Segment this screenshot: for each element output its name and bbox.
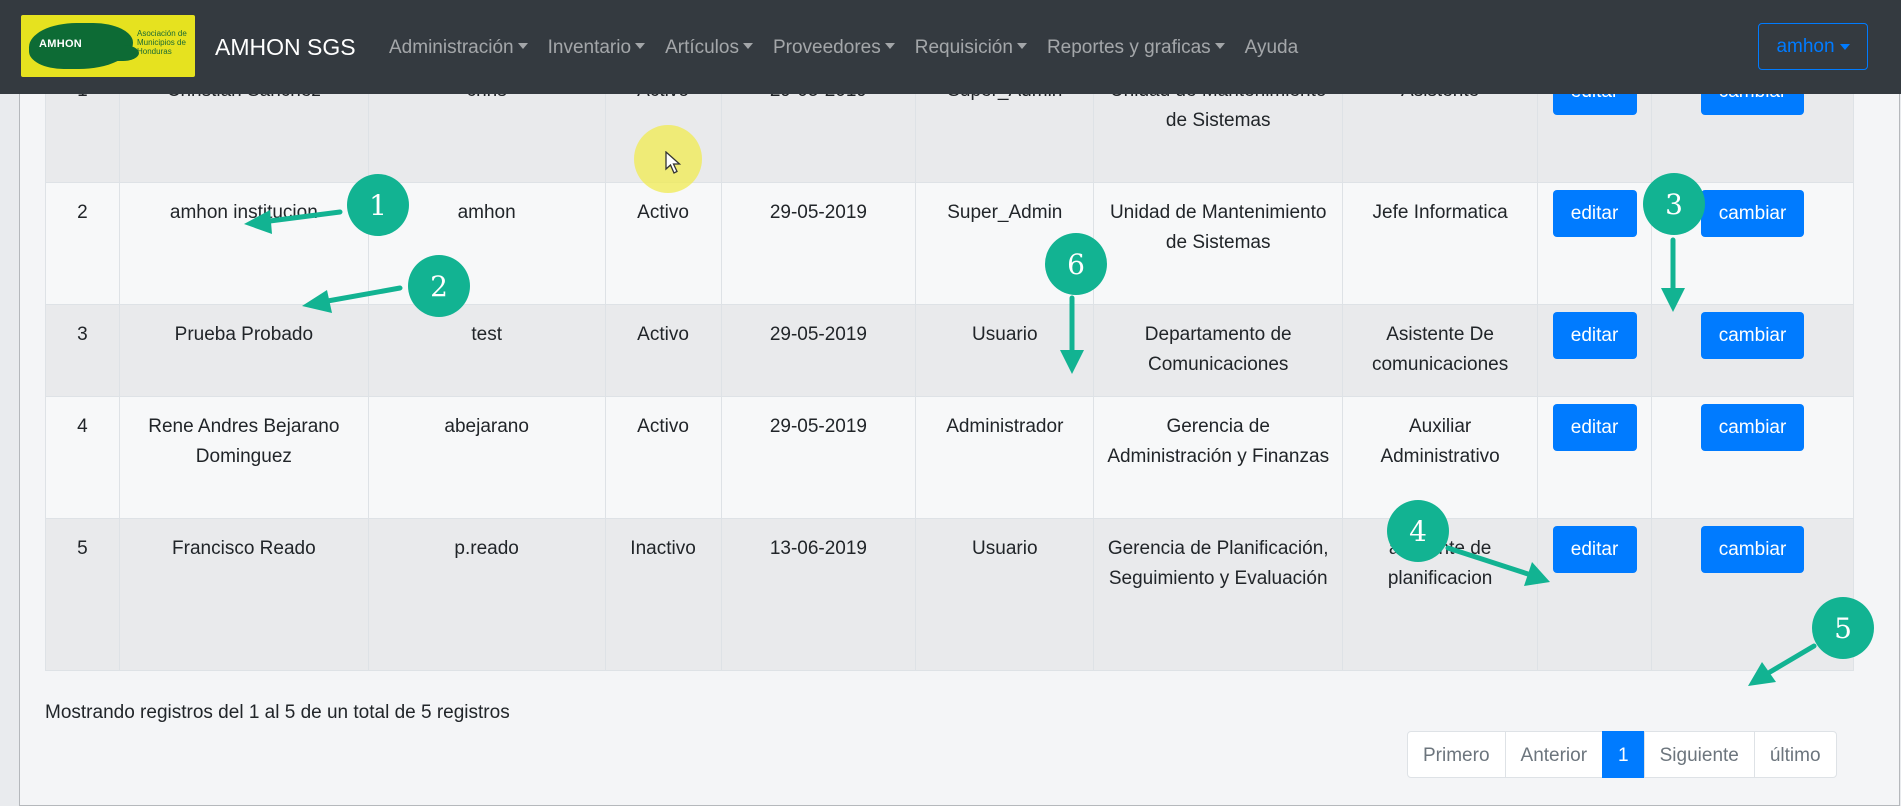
cell-num: 4 [45,396,120,519]
annotation-marker-2: 2 [408,255,470,317]
dropdown-caret-icon [1016,43,1027,49]
nav-item-label: Administración [389,37,514,58]
brand-title[interactable]: AMHON SGS [215,34,356,61]
annotation-marker-6: 6 [1045,233,1107,295]
cell-position: Asistente De comunicaciones [1342,304,1539,397]
nav-item-administración[interactable]: Administración [389,37,528,59]
cell-num: 2 [45,182,120,305]
dropdown-caret-icon [1214,43,1225,49]
nav-item-proveedores[interactable]: Proveedores [773,37,895,59]
nav-item-label: Artículos [665,37,739,58]
annotation-marker-1: 1 [347,174,409,236]
cell-name: Francisco Reado [118,518,369,671]
table-row: 4 Rene Andres Bejarano Dominguez abejarano… [45,396,1854,519]
cell-status: Inactivo [604,518,722,671]
nav-item-reportes-y-graficas[interactable]: Reportes y graficas [1047,37,1225,59]
pagination: Primero Anterior 1 Siguiente último [1407,731,1837,778]
cell-change: cambiar [1651,304,1854,397]
pagination-siguiente[interactable]: Siguiente [1643,731,1755,778]
cell-name: Rene Andres Bejarano Dominguez [118,396,369,519]
cell-department: Gerencia de Planificación, Seguimiento y… [1093,518,1344,671]
edit-button[interactable]: editar [1552,190,1637,237]
edit-button[interactable]: editar [1552,404,1637,451]
dropdown-caret-icon [635,43,646,49]
change-button[interactable]: cambiar [1701,526,1805,573]
cell-name: amhon institucion [118,182,369,305]
cell-status: Activo [604,304,722,397]
cell-num: 3 [45,304,120,397]
mouse-pointer-icon [665,151,682,174]
nav-item-inventario[interactable]: Inventario [547,37,646,59]
edit-button[interactable]: editar [1552,526,1637,573]
cell-position: Jefe Informatica [1342,182,1539,305]
cell-username: abejarano [367,396,606,519]
dropdown-caret-icon [742,43,753,49]
cell-date: 29-05-2019 [720,396,917,519]
cell-edit: editar [1537,518,1653,671]
annotation-marker-3: 3 [1643,173,1705,235]
logo-abbreviation: AMHON [39,38,83,50]
cell-change: cambiar [1651,396,1854,519]
cell-status: Activo [604,182,722,305]
cell-department: Gerencia de Administración y Finanzas [1093,396,1344,519]
nav-item-requisición[interactable]: Requisición [915,37,1027,59]
pagination-último[interactable]: último [1753,731,1837,778]
change-button[interactable]: cambiar [1701,190,1805,237]
cell-name: Prueba Probado [118,304,369,397]
annotation-marker-5: 5 [1812,597,1874,659]
edit-button[interactable]: editar [1552,312,1637,359]
annotation-marker-4: 4 [1387,500,1449,562]
dropdown-caret-icon [884,43,895,49]
dropdown-caret-icon [1839,43,1850,50]
dropdown-caret-icon [517,43,528,49]
change-button[interactable]: cambiar [1701,404,1805,451]
change-button[interactable]: cambiar [1701,312,1805,359]
logo-subtitle: Asociación de Municipios de Honduras [137,29,187,56]
user-name: amhon [1776,35,1835,57]
user-menu-button[interactable]: amhon [1758,23,1868,70]
pagination-current-page[interactable]: 1 [1602,731,1645,778]
cell-username: test [367,304,606,397]
nav-item-artículos[interactable]: Artículos [665,37,753,59]
top-navbar: AMHON Asociación de Municipios de Hondur… [0,0,1901,94]
cell-position: Auxiliar Administrativo [1342,396,1539,519]
cell-username: p.reado [367,518,606,671]
amhon-logo[interactable]: AMHON Asociación de Municipios de Hondur… [21,15,195,77]
cell-role: Usuario [915,304,1095,397]
cell-date: 13-06-2019 [720,518,917,671]
table-row: 5 Francisco Reado p.reado Inactivo 13-06-201… [45,518,1854,671]
table-row: 3 Prueba Probado test Activo 29-05-2019 Usuar… [45,304,1854,397]
cell-role: Administrador [915,396,1095,519]
nav-item-label: Inventario [547,37,632,58]
nav-item-label: Proveedores [772,37,881,58]
cell-date: 29-05-2019 [720,304,917,397]
cell-department: Unidad de Mantenimiento de Sistemas [1093,182,1344,305]
users-table: 1Christian SanchezchrisActivo29-05-2019S… [45,60,1854,671]
cell-status: Activo [604,396,722,519]
nav-item-ayuda[interactable]: Ayuda [1245,37,1299,59]
cell-date: 29-05-2019 [720,182,917,305]
pagination-primero[interactable]: Primero [1407,731,1506,778]
nav-item-label: Ayuda [1244,37,1299,58]
nav-item-label: Requisición [914,37,1013,58]
nav-item-label: Reportes y graficas [1046,37,1211,58]
main-menu: Administración Inventario Artículos Proveed… [389,37,1318,59]
cell-edit: editar [1537,182,1653,305]
table-row: 2 amhon institucion amhon Activo 29-05-2019 S… [45,182,1854,305]
records-info: Mostrando registros del 1 al 5 de un tot… [45,702,510,723]
cell-num: 5 [45,518,120,671]
pagination-anterior[interactable]: Anterior [1504,731,1604,778]
cell-edit: editar [1537,396,1653,519]
cell-edit: editar [1537,304,1653,397]
cell-department: Departamento de Comunicaciones [1093,304,1344,397]
cell-role: Usuario [915,518,1095,671]
